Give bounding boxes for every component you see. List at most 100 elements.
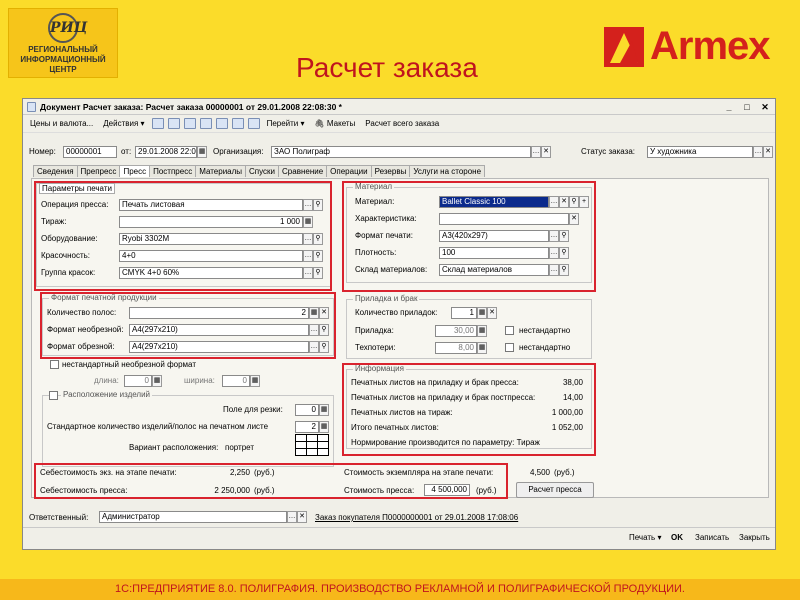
ric-logo-mark: РИЦ (48, 13, 87, 43)
document-window: Документ Расчет заказа: Расчет заказа 00… (22, 98, 776, 550)
tab-materials[interactable]: Материалы (195, 165, 247, 177)
minimize-icon[interactable]: _ (723, 101, 735, 113)
footer-banner: 1С:ПРЕДПРИЯТИЕ 8.0. ПОЛИГРАФИЯ. ПРОИЗВОД… (0, 579, 800, 600)
maximize-icon[interactable]: □ (741, 101, 753, 113)
makeready-group: Приладка и брак Количество приладок: 1 ▦… (346, 294, 592, 359)
layout-title: Расположение изделий (61, 390, 153, 399)
window-titlebar: Документ Расчет заказа: Расчет заказа 00… (23, 99, 775, 115)
calc-all-button[interactable]: Расчет всего заказа (362, 118, 442, 129)
save-icon[interactable] (183, 118, 196, 129)
variant-label: Вариант расположения: (129, 443, 219, 452)
length-input[interactable]: 0 (124, 375, 152, 387)
org-label: Организация: (213, 147, 264, 156)
tl-nonstd-checkbox[interactable] (505, 343, 514, 352)
slide-title: Расчет заказа (296, 52, 478, 83)
resp-clear-icon[interactable]: ✕ (297, 511, 307, 523)
tab-compare[interactable]: Сравнение (278, 165, 328, 177)
margin-label: Поле для резки: (223, 405, 283, 414)
nonstd-format-checkbox[interactable] (50, 360, 59, 369)
responsible-label: Ответственный: (29, 513, 89, 522)
tab-impositions[interactable]: Спуски (245, 165, 280, 177)
responsible-input[interactable]: Администратор (99, 511, 287, 523)
tab-operations[interactable]: Операции (326, 165, 372, 177)
calc-press-button[interactable]: Расчет пресса (516, 482, 594, 498)
tab-info[interactable]: Сведения (33, 165, 78, 177)
length-calc-icon[interactable]: ▦ (152, 375, 162, 387)
mr-nonstd-checkbox[interactable] (505, 326, 514, 335)
mr-input[interactable]: 30,00 (435, 325, 477, 337)
ric-logo: РИЦ РЕГИОНАЛЬНЫЙ ИНФОРМАЦИОННЫЙ ЦЕНТР (8, 8, 118, 78)
lock-icon[interactable] (215, 118, 228, 129)
tab-prepress[interactable]: Препресс (76, 165, 121, 177)
tab-press[interactable]: Пресс (119, 165, 151, 177)
org-select-icon[interactable]: … (531, 146, 541, 158)
mr-calc-icon[interactable]: ▦ (477, 325, 487, 337)
goto-menu[interactable]: Перейти ▾ (264, 118, 308, 129)
mr-count-input[interactable]: 1 (451, 307, 477, 319)
prices-button[interactable]: Цены и валюта... (27, 118, 96, 129)
customer-order-link[interactable]: Заказ покупателя П0000000001 от 29.01.20… (315, 513, 518, 522)
print-icon[interactable] (231, 118, 244, 129)
armex-logo: Armex (604, 24, 771, 69)
export-icon[interactable] (247, 118, 260, 129)
std-count-calc-icon[interactable]: ▦ (319, 421, 329, 433)
number-input[interactable]: 00000001 (63, 146, 117, 158)
logo-line: ИНФОРМАЦИОННЫЙ (20, 55, 106, 64)
tab-postpress[interactable]: Постпресс (149, 165, 197, 177)
highlight-info (342, 363, 596, 456)
back-icon[interactable] (151, 118, 164, 129)
number-label: Номер: (29, 147, 56, 156)
unit-price-value: 4,500 (529, 468, 550, 477)
print-label: Печать (629, 533, 656, 542)
layout-checkbox[interactable] (49, 391, 58, 400)
org-input[interactable]: ЗАО Полиграф (271, 146, 531, 158)
forward-icon[interactable] (167, 118, 180, 129)
divider (23, 527, 775, 528)
status-clear-icon[interactable]: ✕ (763, 146, 773, 158)
actions-menu[interactable]: Действия ▾ (100, 118, 147, 129)
mr-nonstd-label: нестандартно (519, 326, 571, 335)
ok-button[interactable]: OK (671, 533, 683, 542)
date-input[interactable]: 29.01.2008 22:0 (135, 146, 197, 158)
tab-bar: Сведения Препресс Пресс Постпресс Матери… (33, 165, 486, 177)
status-label: Статус заказа: (581, 147, 636, 156)
layouts-label: Макеты (326, 119, 356, 128)
refresh-icon[interactable] (199, 118, 212, 129)
calendar-icon[interactable]: ▦ (197, 146, 207, 158)
variant-value: портрет (225, 443, 255, 452)
highlight-cost (34, 463, 508, 499)
width-calc-icon[interactable]: ▦ (250, 375, 260, 387)
length-label: длина: (94, 376, 119, 385)
tl-nonstd-label: нестандартно (519, 343, 571, 352)
close-button[interactable]: Закрыть (739, 533, 770, 542)
armex-logo-icon (604, 26, 644, 67)
org-clear-icon[interactable]: ✕ (541, 146, 551, 158)
mr-label: Приладка: (355, 326, 394, 335)
close-icon[interactable]: ✕ (759, 101, 771, 113)
mr-count-clear-icon[interactable]: ✕ (487, 307, 497, 319)
status-input[interactable]: У художника (647, 146, 753, 158)
makeready-title: Приладка и брак (353, 294, 420, 303)
window-title: Документ Расчет заказа: Расчет заказа 00… (40, 101, 342, 112)
margin-input[interactable]: 0 (295, 404, 319, 416)
print-menu[interactable]: Печать ▾ (629, 533, 661, 542)
armex-brand: Armex (650, 24, 771, 68)
tab-reserves[interactable]: Резервы (370, 165, 411, 177)
techloss-label: Техпотери: (355, 343, 396, 352)
tab-outsourcing[interactable]: Услуги на стороне (409, 165, 486, 177)
status-select-icon[interactable]: … (753, 146, 763, 158)
std-count-input[interactable]: 2 (295, 421, 319, 433)
logo-line: ЦЕНТР (49, 65, 77, 74)
save-button[interactable]: Записать (695, 533, 729, 542)
mr-count-calc-icon[interactable]: ▦ (477, 307, 487, 319)
margin-calc-icon[interactable]: ▦ (319, 404, 329, 416)
goto-label: Перейти (266, 119, 299, 128)
techloss-input[interactable]: 8,00 (435, 342, 477, 354)
width-input[interactable]: 0 (222, 375, 250, 387)
document-icon (27, 101, 36, 112)
resp-select-icon[interactable]: … (287, 511, 297, 523)
layout-grid-icon[interactable] (295, 434, 329, 456)
tl-calc-icon[interactable]: ▦ (477, 342, 487, 354)
layouts-button[interactable]: 🖇 Макеты (312, 118, 359, 129)
actions-label: Действия (103, 119, 139, 128)
